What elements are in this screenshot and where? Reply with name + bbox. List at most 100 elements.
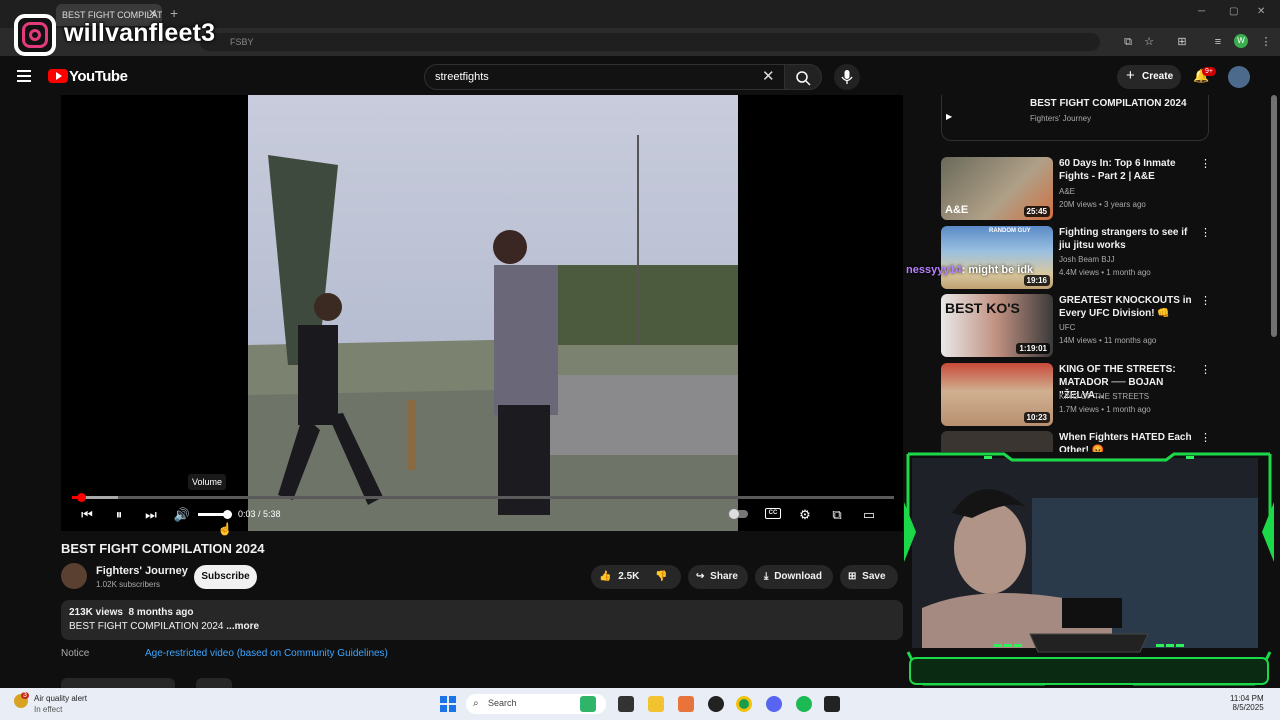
rec-channel[interactable]: UFC — [1059, 323, 1075, 332]
youtube-wordmark[interactable]: YouTube — [69, 68, 128, 85]
air-quality-alert[interactable]: Air quality alert — [34, 694, 87, 703]
more-options-icon[interactable]: ⋮ — [1200, 431, 1211, 444]
rec-thumbnail[interactable] — [941, 431, 1053, 452]
chrome-icon[interactable] — [736, 696, 752, 712]
channel-avatar[interactable] — [61, 563, 87, 589]
address-text: FSBY — [230, 37, 254, 47]
play-indicator-icon: ▶ — [946, 112, 953, 121]
install-app-icon[interactable]: ⧉ — [1120, 34, 1136, 50]
miniplayer-icon[interactable]: ⧉ — [828, 506, 846, 524]
voice-search-button[interactable] — [834, 64, 860, 90]
sidebar-scrollbar[interactable] — [1271, 95, 1277, 337]
share-button[interactable]: ↪ Share — [688, 565, 748, 589]
video-frame[interactable] — [248, 95, 738, 531]
time-display: 0:03 / 5:38 — [238, 509, 281, 519]
rec-title[interactable]: When Fighters HATED Each Other! 😡 — [1059, 431, 1197, 452]
rec-channel[interactable]: KING OF THE STREETS — [1059, 392, 1149, 401]
minimize-icon[interactable]: ─ — [1198, 6, 1205, 17]
save-button[interactable]: ⊞ Save — [840, 565, 898, 589]
chat-username: nessyyy14 — [906, 264, 962, 276]
settings-gear-icon[interactable]: ⚙ — [796, 506, 814, 524]
dislike-button[interactable]: 👎 — [646, 565, 680, 589]
alert-badge: 3 — [21, 692, 29, 699]
thumbs-down-icon: 👎 — [655, 571, 668, 582]
notice-link[interactable]: Age-restricted video (based on Community… — [145, 648, 388, 659]
task-view-icon[interactable] — [618, 696, 634, 712]
next-icon[interactable]: ⏭ — [142, 506, 160, 524]
progress-bar[interactable] — [72, 496, 894, 499]
file-explorer-icon[interactable] — [648, 696, 664, 712]
rec-channel[interactable]: Josh Beam BJJ — [1059, 255, 1115, 264]
more-options-icon[interactable]: ⋮ — [1200, 157, 1211, 170]
media-control-icon[interactable]: ≡ — [1210, 34, 1226, 50]
windows-start-icon[interactable] — [440, 696, 456, 717]
volume-knob[interactable] — [222, 510, 232, 519]
menu-icon[interactable] — [17, 70, 31, 85]
widgets-app-icon[interactable] — [580, 696, 596, 712]
video-title: BEST FIGHT COMPILATION 2024 — [61, 541, 265, 556]
more-options-icon[interactable]: ⋮ — [1200, 294, 1211, 307]
taskbar-clock[interactable]: 11:04 PM 8/5/2025 — [1230, 694, 1264, 712]
description-body: BEST FIGHT COMPILATION 2024 — [69, 621, 227, 632]
thumb-text: A&E — [945, 204, 969, 216]
previous-icon[interactable]: ⏮ — [78, 506, 96, 524]
os-taskbar — [0, 688, 1280, 720]
pause-icon[interactable]: ⏸ — [110, 506, 128, 524]
instagram-handle: willvanfleet3 — [64, 19, 216, 47]
like-count: 2.5K — [618, 571, 640, 582]
volume-icon[interactable]: 🔊 — [173, 506, 191, 524]
rec-thumbnail[interactable]: 10:23 — [941, 363, 1053, 426]
search-input[interactable]: streetfights — [424, 64, 785, 90]
chat-text: : might be idk — [961, 264, 1034, 276]
clear-search-icon[interactable]: ✕ — [762, 67, 775, 85]
youtube-logo-play — [56, 72, 62, 80]
plus-icon: + — [1126, 67, 1135, 84]
rec-title[interactable]: Fighting strangers to see if jiu jitsu w… — [1059, 226, 1197, 252]
captions-button[interactable]: CC — [765, 508, 781, 519]
download-icon: ⤓ — [764, 571, 769, 582]
rec-meta: 4.4M views • 1 month ago — [1059, 268, 1151, 277]
spotify-icon[interactable] — [796, 696, 812, 712]
rec-thumbnail[interactable]: BEST KO'S 1:19:01 — [941, 294, 1053, 357]
rec-title[interactable]: GREATEST KNOCKOUTS in Every UFC Division… — [1059, 294, 1197, 320]
now-playing-channel: Fighters' Journey — [1030, 114, 1092, 123]
windows-logo — [440, 696, 456, 712]
more-options-icon[interactable]: ⋮ — [1200, 363, 1211, 376]
extensions-icon[interactable]: ⊞ — [1174, 34, 1190, 50]
instagram-logo-lens — [29, 29, 41, 41]
rec-meta: 1.7M views • 1 month ago — [1059, 405, 1151, 414]
thumb-text: BEST KO'S — [945, 300, 1020, 316]
thumbs-up-icon: 👍 — [599, 571, 612, 582]
browser-profile-avatar[interactable]: W — [1234, 34, 1248, 48]
obs-icon[interactable] — [708, 696, 724, 712]
views-date: 213K views 8 months ago — [69, 607, 194, 618]
maximize-icon[interactable]: ▢ — [1229, 6, 1238, 17]
theater-mode-icon[interactable]: ▭ — [860, 506, 878, 524]
subscribe-button[interactable]: Subscribe — [194, 565, 257, 589]
search-icon — [796, 71, 811, 86]
rec-thumbnail[interactable]: A&E 25:45 — [941, 157, 1053, 220]
bookmark-star-icon[interactable]: ☆ — [1141, 34, 1157, 50]
rec-thumbnail[interactable]: RANDOM GUY 19:16 — [941, 226, 1053, 289]
duration-badge: 1:19:01 — [1016, 343, 1050, 354]
duration-badge: 10:23 — [1023, 412, 1050, 423]
like-button[interactable]: 👍 2.5K — [591, 565, 643, 589]
search-button[interactable] — [784, 64, 822, 90]
browser-menu-icon[interactable]: ⋮ — [1258, 34, 1274, 50]
rec-meta: 20M views • 3 years ago — [1059, 200, 1146, 209]
rec-channel[interactable]: A&E — [1059, 187, 1075, 196]
capcut-icon[interactable] — [824, 696, 840, 712]
address-bar[interactable]: FSBY — [200, 33, 1100, 51]
channel-name[interactable]: Fighters' Journey — [96, 565, 188, 577]
description-box[interactable] — [61, 600, 903, 640]
alert-status: In effect — [34, 705, 63, 714]
more-options-icon[interactable]: ⋮ — [1200, 226, 1211, 239]
rec-title[interactable]: 60 Days In: Top 6 Inmate Fights - Part 2… — [1059, 157, 1197, 183]
download-button[interactable]: ⤓ Download — [755, 565, 833, 589]
rec-meta: 14M views • 11 months ago — [1059, 336, 1157, 345]
more-link[interactable]: ...more — [226, 621, 259, 632]
discord-icon[interactable] — [766, 696, 782, 712]
window-close-icon[interactable]: ✕ — [1257, 6, 1265, 17]
app-a-icon[interactable] — [678, 696, 694, 712]
account-avatar[interactable] — [1228, 66, 1250, 88]
